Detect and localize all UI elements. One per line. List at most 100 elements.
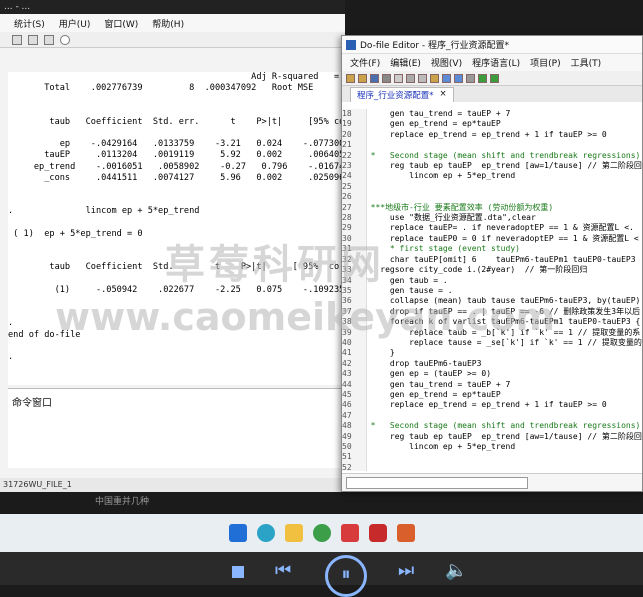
code-line: regsore city_code i.(2#year) // 第一阶段回归 (370, 265, 588, 275)
powerpoint-icon[interactable] (396, 524, 415, 542)
menu-help[interactable]: 帮助(H) (152, 17, 184, 30)
line-number: 30 (342, 233, 352, 243)
wps-icon[interactable] (340, 524, 359, 542)
line-number: 33 (342, 265, 352, 275)
stata-menu-bar: 统计(S) 用户(U) 窗口(W) 帮助(H) (0, 14, 345, 32)
results-output: Adj R-squared = Total .002776739 8 .0003… (8, 72, 345, 363)
copy-icon[interactable] (418, 73, 427, 83)
code-line: drop tauEPm6-tauEP3 (370, 358, 482, 368)
open-icon[interactable] (358, 73, 367, 83)
toolbar-icon[interactable] (44, 34, 54, 45)
dofile-tab-strip: 程序_行业资源配置* × (342, 86, 642, 102)
new-icon[interactable] (346, 73, 355, 83)
dofile-toolbar (342, 71, 642, 86)
line-number: 26 (342, 192, 352, 202)
line-number: 29 (342, 223, 352, 233)
menu-file[interactable]: 文件(F) (350, 56, 380, 69)
next-icon[interactable]: ⏭ (398, 560, 414, 581)
cut-icon[interactable] (406, 73, 415, 83)
code-line: gen tau_trend = tauEP + 7 (370, 109, 511, 118)
menu-window[interactable]: 窗口(W) (104, 17, 138, 30)
paste-icon[interactable] (430, 73, 439, 83)
line-number: 24 (342, 171, 352, 181)
print-icon[interactable] (382, 73, 391, 83)
menu-user[interactable]: 用户(U) (59, 17, 91, 30)
line-number: 48 (342, 421, 352, 431)
line-number: 47 (342, 410, 352, 420)
save-icon[interactable] (370, 73, 379, 83)
chrome-icon[interactable] (312, 524, 331, 542)
line-number: 27 (342, 202, 352, 212)
menu-statistics[interactable]: 统计(S) (14, 17, 45, 30)
code-line: collapse (mean) taub tause tauEPm6-tauEP… (370, 296, 641, 306)
line-number: 49 (342, 431, 352, 441)
toolbar-icon[interactable] (12, 34, 22, 45)
command-window[interactable]: 命令窗口 (8, 388, 345, 468)
stata-title-text: ... - ... (4, 2, 31, 12)
tab-close-icon[interactable]: × (440, 89, 447, 101)
edge-icon[interactable] (256, 524, 275, 542)
code-line: lincom ep + 5*ep_trend (370, 171, 516, 181)
dofile-menu-bar: 文件(F) 编辑(E) 视图(V) 程序语言(L) 项目(P) 工具(T) (342, 54, 642, 71)
status-bar: 31726WU_FILE_1 (0, 478, 345, 492)
menu-edit[interactable]: 编辑(E) (390, 56, 421, 69)
volume-icon[interactable]: 🔈 (445, 560, 467, 581)
status-text: 31726WU_FILE_1 (3, 480, 72, 489)
line-number: 37 (342, 306, 352, 316)
stata-title-bar: ... - ... (0, 0, 345, 14)
line-number: 50 (342, 442, 352, 451)
line-number: 23 (342, 161, 352, 171)
code-line: foreach k of varlist tauEPm6-tauEPm1 tau… (370, 317, 641, 327)
red-app-icon[interactable] (368, 524, 387, 542)
menu-view[interactable]: 视图(V) (431, 56, 462, 69)
code-line: gen taub = . (370, 275, 448, 285)
code-line: * Second stage (mean shift and trendbrea… (370, 150, 641, 160)
line-number: 19 (342, 119, 352, 129)
menu-project[interactable]: 项目(P) (530, 56, 560, 69)
windows-icon[interactable] (228, 524, 247, 542)
code-line: * Second stage (mean shift and trendbrea… (370, 421, 641, 431)
dofile-status-bar (342, 473, 642, 491)
pause-icon[interactable]: ⏸ (325, 555, 367, 597)
menu-tools[interactable]: 工具(T) (571, 56, 602, 69)
code-line: gen ep = (tauEP >= 0) (370, 369, 492, 379)
line-number: 40 (342, 337, 352, 347)
code-editor[interactable]: 18 19 20 21 22 23 24 25 26 27 28 29 30 31 32 33 34 35 36 37… (342, 109, 642, 471)
tab-label: 程序_行业资源配置* (357, 91, 434, 101)
dofile-title-bar: Do-file Editor - 程序_行业资源配置* (342, 36, 642, 54)
code-area[interactable]: gen tau_trend = tauEP + 7 gen ep_trend =… (367, 109, 642, 471)
dofile-combo-box[interactable] (346, 477, 528, 489)
redo-icon[interactable] (454, 73, 463, 83)
code-line: char tauEP[omit] 6 tauEPm6-tauEPm1 tauEP… (370, 254, 642, 264)
prev-icon[interactable]: ⏮ (275, 560, 291, 581)
menu-language[interactable]: 程序语言(L) (472, 56, 520, 69)
code-line: * first stage (event study) (370, 244, 520, 254)
stop-icon[interactable] (232, 566, 244, 578)
line-number: 45 (342, 389, 352, 399)
execute-icon[interactable] (478, 73, 487, 83)
folder-icon[interactable] (284, 524, 303, 542)
line-number: 42 (342, 358, 352, 368)
line-number: 32 (342, 254, 352, 264)
find-icon[interactable] (394, 73, 403, 83)
code-line: replace ep_trend = ep_trend + 1 if tauEP… (370, 400, 607, 410)
line-number: 44 (342, 379, 352, 389)
windows-taskbar (0, 514, 643, 552)
command-window-label: 命令窗口 (12, 398, 52, 409)
code-line: lincom ep + 5*ep_trend (370, 442, 516, 451)
undo-icon[interactable] (442, 73, 451, 83)
toolbar-icon[interactable] (28, 34, 38, 45)
line-number: 35 (342, 285, 352, 295)
line-number: 21 (342, 140, 352, 150)
tab-dofile[interactable]: 程序_行业资源配置* × (350, 87, 454, 102)
indent-icon[interactable] (466, 73, 475, 83)
line-number: 28 (342, 213, 352, 223)
code-line: gen ep_trend = ep*tauEP (370, 389, 501, 399)
line-number: 52 (342, 462, 352, 471)
code-line: gen tause = . (370, 285, 453, 295)
line-number: 38 (342, 317, 352, 327)
stop-icon[interactable] (60, 34, 70, 45)
run-icon[interactable] (490, 73, 499, 83)
